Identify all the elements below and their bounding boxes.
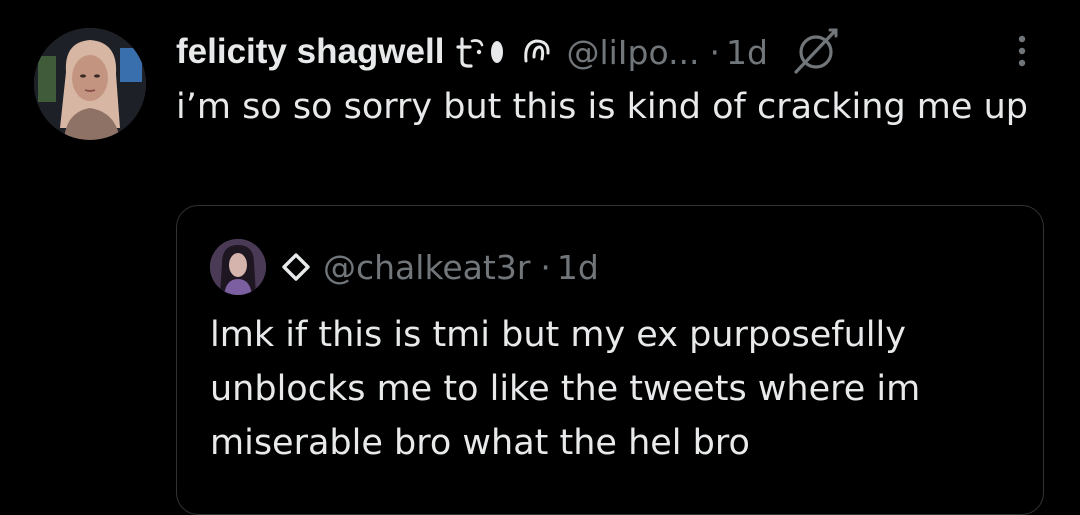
more-options-icon[interactable]	[1012, 32, 1032, 72]
quoted-author-avatar[interactable]	[210, 239, 266, 295]
grok-icon[interactable]	[790, 26, 842, 78]
quoted-tweet[interactable]: @chalkeat3r · 1d lmk if this is tmi but …	[176, 205, 1044, 515]
mushroom-icon	[490, 38, 504, 66]
post-timestamp[interactable]: 1d	[726, 33, 768, 72]
quoted-timestamp[interactable]: 1d	[557, 248, 599, 287]
quoted-tweet-header: @chalkeat3r · 1d	[281, 242, 599, 292]
author-display-name[interactable]: felicity shagwell	[176, 32, 444, 72]
quoted-author-handle[interactable]: @chalkeat3r	[323, 248, 530, 287]
author-avatar[interactable]	[34, 28, 146, 140]
diamond-icon	[281, 252, 311, 282]
tweet-text: i’m so so sorry but this is kind of crac…	[176, 87, 1028, 127]
tweet[interactable]: felicity shagwell @liIpo... · 1d i’m so …	[0, 0, 1080, 515]
hook-icon	[456, 35, 486, 69]
tweet-header: felicity shagwell @liIpo... · 1d	[176, 26, 842, 78]
separator-dot: ·	[709, 32, 721, 72]
grimace-icon	[522, 37, 552, 67]
author-handle[interactable]: @liIpo...	[566, 33, 699, 72]
quoted-tweet-text: lmk if this is tmi but my ex purposefull…	[210, 315, 921, 463]
quoted-separator-dot: ·	[540, 247, 551, 287]
